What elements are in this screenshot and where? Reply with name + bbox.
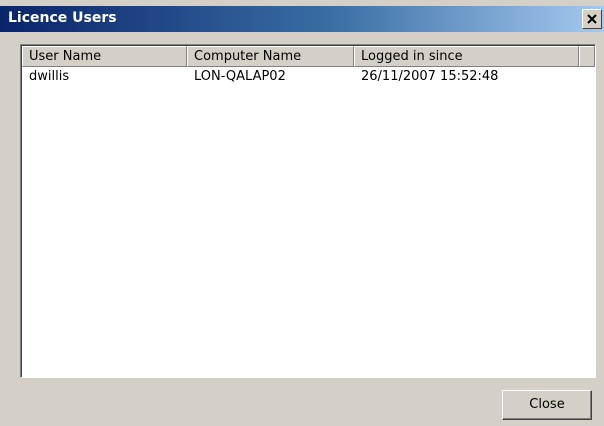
window-title: Licence Users [8,10,117,26]
list-header: User Name Computer Name Logged in since [22,46,595,67]
list-item[interactable]: dwillis LON-QALAP02 26/11/2007 15:52:48 [22,67,595,86]
close-window-button[interactable] [582,9,602,29]
cell-logged-in-since: 26/11/2007 15:52:48 [361,69,499,84]
cell-user-name: dwillis [29,69,70,84]
licence-users-list[interactable]: User Name Computer Name Logged in since … [20,44,596,378]
column-header-filler [579,46,595,67]
close-button[interactable]: Close [502,390,592,420]
cell-computer-name: LON-QALAP02 [194,69,286,84]
column-header-logged-in-since[interactable]: Logged in since [354,46,579,67]
column-header-computer-name[interactable]: Computer Name [187,46,354,67]
licence-users-dialog: Licence Users User Name Computer Name Lo… [0,0,604,426]
title-bar[interactable]: Licence Users [0,6,604,32]
column-header-user-name[interactable]: User Name [22,46,187,67]
list-rows: dwillis LON-QALAP02 26/11/2007 15:52:48 [22,67,595,377]
close-icon [587,14,597,24]
